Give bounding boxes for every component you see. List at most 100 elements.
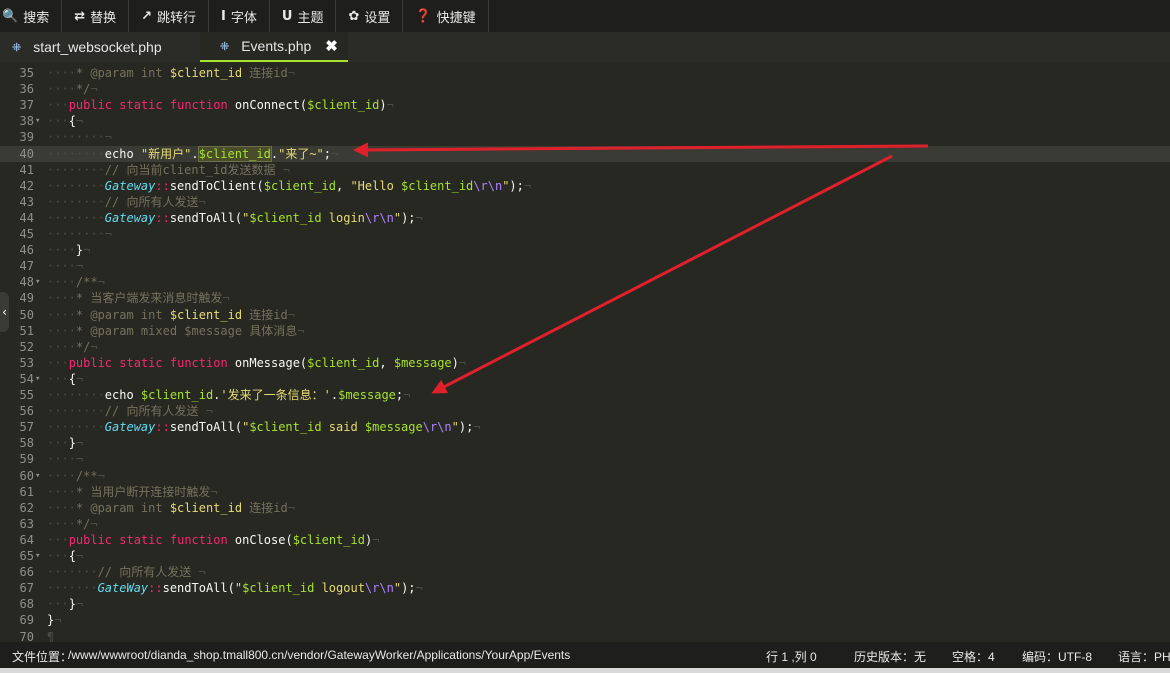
- code-line[interactable]: 55 ········echo $client_id.'发来了一条信息：'.$me…: [0, 387, 1170, 403]
- fold-toggle-icon[interactable]: ▾: [35, 548, 43, 564]
- code-line[interactable]: 69}¬: [0, 612, 1170, 628]
- code-line[interactable]: 44 ········Gateway::sendToAll(" $client_id…: [0, 210, 1170, 226]
- code-line[interactable]: 60 ▾ ····/**¬: [0, 468, 1170, 484]
- code-token: login: [321, 210, 365, 225]
- code-line[interactable]: 53 ···public static function onMessage($c…: [0, 355, 1170, 371]
- code-line[interactable]: 62 ····* @param int $client_id 连接id¬: [0, 500, 1170, 516]
- code-token: ¬: [198, 565, 206, 580]
- code-token: ········: [47, 210, 105, 225]
- code-line[interactable]: 63 ····*/¬: [0, 516, 1170, 532]
- line-code: ····*/¬: [47, 516, 98, 532]
- toolbar-button-1[interactable]: ⇄ 替换: [62, 0, 130, 32]
- fold-toggle-icon[interactable]: ▾: [35, 274, 43, 290]
- code-token: ¬: [415, 210, 423, 225]
- code-line[interactable]: 49 ····* 当客户端发来消息时触发¬: [0, 290, 1170, 306]
- fold-toggle-icon[interactable]: ▾: [35, 113, 43, 129]
- sidebar-toggle-icon[interactable]: ‹: [0, 292, 9, 332]
- code-token: }: [68, 597, 76, 612]
- line-number: 61: [19, 484, 34, 499]
- line-number: 52: [19, 339, 34, 354]
- toolbar-button-0[interactable]: 🔍 搜索: [0, 0, 63, 32]
- code-line[interactable]: 51 ····* @param mixed $message 具体消息¬: [0, 323, 1170, 339]
- code-token: "新用户": [140, 146, 192, 161]
- toolbar-button-5[interactable]: ✿ 设置: [336, 0, 404, 32]
- toolbar-button-2[interactable]: ↗ 跳转行: [129, 0, 210, 32]
- tab-start-websocket[interactable]: ⁜ start_websocket.php: [0, 32, 200, 62]
- code-token: ········: [47, 388, 105, 402]
- code-line[interactable]: 59 ····¬: [0, 451, 1170, 467]
- line-number: 63: [19, 516, 34, 531]
- code-token: ,: [336, 178, 351, 193]
- code-token: 连接id: [242, 500, 288, 515]
- code-token: ¬: [104, 227, 113, 241]
- toolbar-label: 搜索: [23, 10, 50, 26]
- code-line[interactable]: 67 ·······GateWay::sendToAll("$client_id …: [0, 580, 1170, 596]
- code-token: $client_id: [307, 355, 380, 370]
- code-line[interactable]: 47 ····¬: [0, 258, 1170, 274]
- code-line[interactable]: 68 ···}¬: [0, 596, 1170, 612]
- code-line[interactable]: 40 ········echo "新用户".$client_id."来了~";¬: [0, 145, 1170, 162]
- code-token: Gateway: [104, 178, 156, 193]
- code-token: $client_id: [140, 388, 214, 402]
- code-line[interactable]: 52 ····*/¬: [0, 339, 1170, 355]
- code-token: ········: [47, 194, 105, 209]
- tab-label: start_websocket.php: [33, 39, 162, 55]
- status-bar: 文件位置： /www/wwwroot/dianda_shop.tmall800.…: [0, 642, 1170, 668]
- code-token: ····: [47, 82, 76, 97]
- line-code: ···public static function onConnect($cli…: [47, 97, 394, 113]
- toolbar-button-3[interactable]: I 字体: [209, 0, 270, 32]
- code-token: ¬: [287, 66, 295, 80]
- code-token: onConnect(: [227, 98, 308, 113]
- code-line[interactable]: 66 ·······// 向所有人发送 ¬: [0, 564, 1170, 580]
- code-line[interactable]: 43 ········// 向所有人发送¬: [0, 194, 1170, 210]
- code-token: \r\n: [422, 420, 452, 435]
- code-line[interactable]: 50 ····* @param int $client_id 连接id¬: [0, 307, 1170, 323]
- code-line[interactable]: 46 ····}¬: [0, 242, 1170, 258]
- encoding-setting[interactable]: 编码：UTF-8: [1022, 648, 1092, 665]
- code-line[interactable]: 54 ▾ ···{¬: [0, 371, 1170, 387]
- code-token: ¶: [47, 629, 55, 643]
- code-line[interactable]: 41 ········// 向当前client_id发送数据 ¬: [0, 162, 1170, 178]
- code-line[interactable]: 45 ········¬: [0, 226, 1170, 242]
- code-line[interactable]: 61 ····* 当用户断开连接时触发¬: [0, 484, 1170, 500]
- code-line[interactable]: 48 ▾ ····/**¬: [0, 274, 1170, 290]
- code-line[interactable]: 58 ···}¬: [0, 435, 1170, 451]
- code-line[interactable]: 42 ········Gateway::sendToClient($client_…: [0, 178, 1170, 194]
- code-token: ········: [47, 227, 105, 241]
- code-line[interactable]: 39 ········¬: [0, 129, 1170, 145]
- code-line[interactable]: 70 ¶: [0, 629, 1170, 643]
- tab-events[interactable]: ⁜ Events.php ✖: [200, 32, 348, 62]
- line-number: 70: [19, 629, 34, 643]
- fold-toggle-icon[interactable]: ▾: [35, 468, 43, 484]
- toolbar-label: 快捷键: [436, 10, 476, 26]
- toolbar-button-6[interactable]: ❓ 快捷键: [403, 0, 489, 32]
- code-line[interactable]: 35 ····* @param int $client_id 连接id¬: [0, 65, 1170, 81]
- code-token: );: [509, 178, 524, 193]
- close-tab-icon[interactable]: ✖: [325, 37, 338, 55]
- history-version[interactable]: 历史版本：无: [854, 648, 926, 665]
- code-token: ····: [47, 66, 76, 80]
- code-editor[interactable]: 35 ····* @param int $client_id 连接id¬ 36 ···…: [0, 62, 1170, 642]
- line-number: 37: [19, 98, 34, 113]
- code-token: $client_id: [197, 145, 272, 162]
- code-line[interactable]: 36 ····*/¬: [0, 81, 1170, 97]
- code-token: {: [68, 371, 76, 386]
- toolbar-button-4[interactable]: U 主题: [270, 0, 337, 32]
- code-line[interactable]: 65 ▾ ···{¬: [0, 548, 1170, 564]
- code-token: .: [330, 388, 339, 402]
- code-line[interactable]: 56 ········// 向所有人发送 ¬: [0, 403, 1170, 419]
- code-token: }: [68, 436, 76, 451]
- code-token: $client_id: [401, 178, 474, 193]
- code-line[interactable]: 38 ▾ ···{¬: [0, 113, 1170, 129]
- code-line[interactable]: 37 ···public static function onConnect($c…: [0, 97, 1170, 113]
- line-code: ···}¬: [47, 435, 83, 451]
- language-setting[interactable]: 语言：PH: [1118, 648, 1170, 665]
- code-line[interactable]: 64 ···public static function onClose($cli…: [0, 532, 1170, 548]
- code-token: ¬: [75, 436, 84, 451]
- line-number: 44: [19, 210, 34, 225]
- fold-toggle-icon[interactable]: ▾: [35, 371, 43, 387]
- indent-setting[interactable]: 空格：4: [952, 648, 995, 665]
- code-line[interactable]: 57 ········Gateway::sendToAll(" $client_id…: [0, 419, 1170, 435]
- code-token: ····: [47, 275, 76, 290]
